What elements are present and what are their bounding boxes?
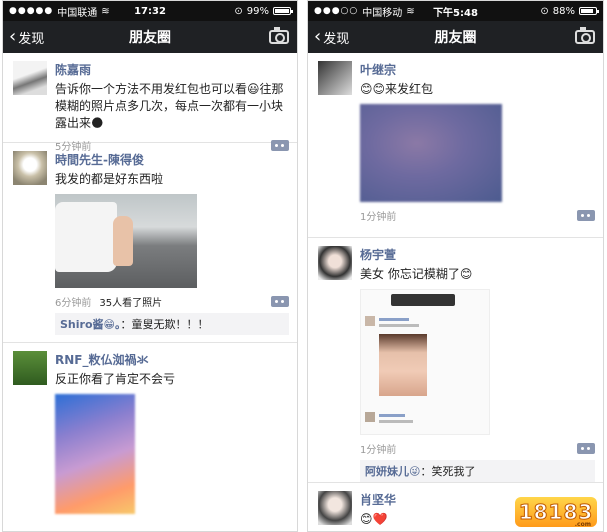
avatar[interactable] <box>318 491 352 525</box>
lock-icon: ⊙ <box>540 5 549 17</box>
camera-icon[interactable] <box>575 27 595 44</box>
figure-shape <box>113 216 133 266</box>
blurred-photo[interactable] <box>55 394 135 514</box>
poster-name[interactable]: 叶继宗 <box>360 61 595 78</box>
status-bar: ●●●○○ 中国移动 ≋ 下午5:48 ⊙ 88% <box>308 1 603 21</box>
commenter-name[interactable]: Shiro酱😁。 <box>60 318 120 331</box>
back-label: 发现 <box>18 31 45 47</box>
nav-bar: ‹ 发现 朋友圈 <box>3 21 297 53</box>
avatar[interactable] <box>13 151 47 185</box>
poster-name[interactable]: RNF_敉仏洳禍氺 <box>55 351 289 368</box>
chevron-left-icon: ‹ <box>9 26 17 47</box>
battery-percent: 88% <box>552 5 575 17</box>
post-time: 1分钟前 <box>360 211 397 223</box>
camera-icon[interactable] <box>269 27 289 44</box>
site-watermark-logo: 18183 .com <box>515 497 597 528</box>
left-screenshot: ●●●●● 中国联通 ≋ 17:32 ⊙ 99% ‹ 发现 朋友圈 陈嘉雨 告诉… <box>2 0 298 532</box>
comment-icon[interactable] <box>577 209 595 221</box>
commenter-name[interactable]: 阿妍妹儿😜 <box>365 465 420 478</box>
watermark-sub: .com <box>574 521 591 528</box>
avatar[interactable] <box>13 351 47 385</box>
lock-icon: ⊙ <box>234 5 243 17</box>
post-text: 😊😊来发红包 <box>360 82 434 96</box>
blurred-photo[interactable] <box>360 104 502 202</box>
page-title: 朋友圈 <box>434 30 477 46</box>
post-time: 6分钟前 <box>55 297 92 309</box>
chevron-left-icon: ‹ <box>314 26 322 47</box>
status-bar: ●●●●● 中国联通 ≋ 17:32 ⊙ 99% <box>3 1 297 21</box>
comment-text: ：童叟无欺！！！ <box>120 318 209 331</box>
comment-icon[interactable] <box>271 295 289 307</box>
comment-icon[interactable] <box>577 442 595 454</box>
back-button[interactable]: ‹ 发现 <box>3 28 44 47</box>
avatar[interactable] <box>318 246 352 280</box>
page-title: 朋友圈 <box>129 30 171 46</box>
poster-name[interactable]: 時間先生-陳得俊 <box>55 151 289 168</box>
moment-post: RNF_敉仏洳禍氺 反正你看了肯定不会亏 <box>3 343 297 531</box>
embedded-text-line <box>379 318 409 321</box>
battery-percent: 99% <box>246 5 269 17</box>
moment-post: 叶继宗 😊😊来发红包 1分钟前 <box>308 53 603 238</box>
comment-row: Shiro酱😁。：童叟无欺！！！ <box>55 313 289 335</box>
battery-icon <box>273 7 293 15</box>
embedded-avatar <box>365 412 375 422</box>
avatar[interactable] <box>318 61 352 95</box>
moment-post: 陈嘉雨 告诉你一个方法不用发红包也可以看😃往那模糊的照片点多几次，每点一次都有一… <box>3 53 297 153</box>
post-text: 反正你看了肯定不会亏 <box>55 372 176 386</box>
nav-bar: ‹ 发现 朋友圈 <box>308 21 603 53</box>
embedded-text-line <box>379 324 419 327</box>
embedded-avatar <box>365 316 375 326</box>
post-text: 美女 你忘记模糊了😊 <box>360 267 473 281</box>
photo-view-count: 35人看了照片 <box>99 297 163 309</box>
post-text: 告诉你一个方法不用发红包也可以看😃往那模糊的照片点多几次，每点一次都有一小块露出… <box>55 82 284 130</box>
comment-text: ：笑死我了 <box>420 465 476 478</box>
battery-icon <box>579 7 599 15</box>
embedded-photo <box>379 334 427 396</box>
poster-name[interactable]: 杨宇萱 <box>360 246 595 263</box>
poster-name[interactable]: 陈嘉雨 <box>55 61 289 78</box>
post-text: 我发的都是好东西啦 <box>55 172 164 186</box>
embedded-text-line <box>379 420 413 423</box>
comment-row: 阿妍妹儿😜：笑死我了 <box>360 460 595 482</box>
post-time: 1分钟前 <box>360 444 397 456</box>
moment-post: 時間先生-陳得俊 我发的都是好东西啦 6分钟前 35人看了照片 Shiro酱😁。… <box>3 143 297 343</box>
unblurred-screenshot-photo[interactable] <box>360 289 490 435</box>
back-label: 发现 <box>323 31 350 47</box>
back-button[interactable]: ‹ 发现 <box>308 28 349 47</box>
moment-post: 杨宇萱 美女 你忘记模糊了😊 1分钟前 阿妍妹儿😜：笑死我了 <box>308 238 603 483</box>
avatar[interactable] <box>13 61 47 95</box>
right-screenshot: ●●●○○ 中国移动 ≋ 下午5:48 ⊙ 88% ‹ 发现 朋友圈 叶继宗 😊… <box>307 0 604 532</box>
car-shape <box>55 202 117 272</box>
embedded-text-line <box>379 414 405 417</box>
embedded-toast <box>391 294 455 306</box>
post-photo[interactable] <box>55 194 197 288</box>
